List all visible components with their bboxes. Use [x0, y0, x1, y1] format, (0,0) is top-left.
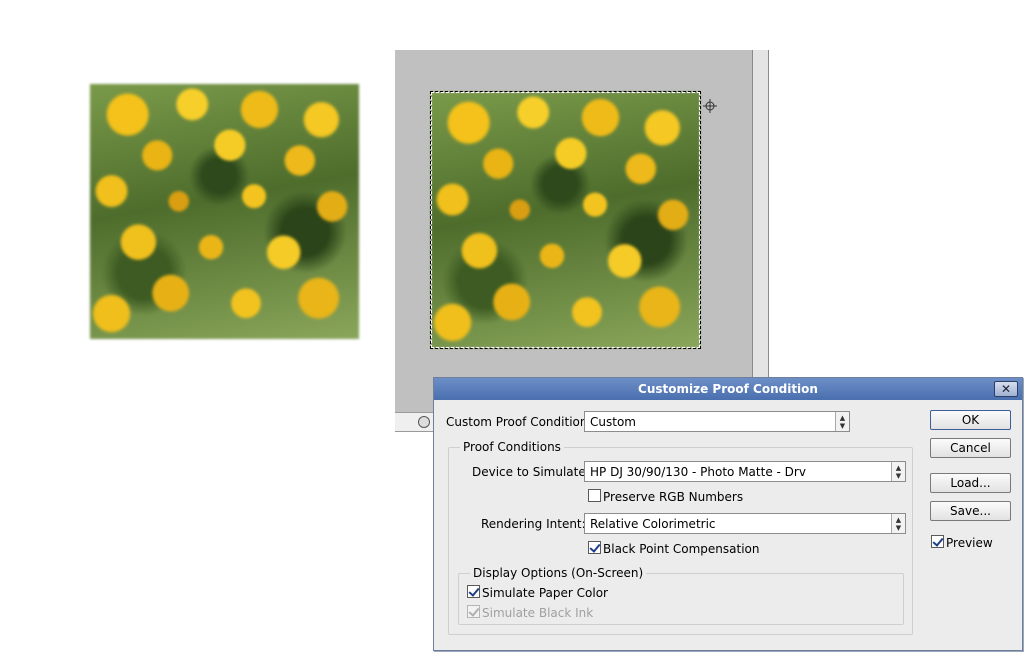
- rendering-intent-select[interactable]: Relative Colorimetric ▲ ▼: [584, 513, 906, 534]
- save-button[interactable]: Save...: [930, 501, 1011, 521]
- load-button[interactable]: Load...: [930, 473, 1011, 493]
- simulate-paper-color-checkbox[interactable]: [467, 585, 480, 598]
- updown-arrow-icon: ▲ ▼: [891, 462, 905, 481]
- close-button[interactable]: ✕: [994, 381, 1018, 397]
- custom-proof-condition-label: Custom Proof Condition:: [446, 415, 592, 429]
- proof-conditions-title: Proof Conditions: [460, 440, 564, 454]
- custom-proof-condition-select[interactable]: Custom ▲ ▼: [584, 411, 850, 432]
- preserve-rgb-label: Preserve RGB Numbers: [603, 490, 744, 504]
- device-to-simulate-select[interactable]: HP DJ 30/90/130 - Photo Matte - Drv ▲ ▼: [584, 461, 906, 482]
- simulate-black-ink-checkbox: [467, 605, 480, 618]
- original-photo: [90, 84, 359, 339]
- cancel-button[interactable]: Cancel: [930, 438, 1011, 458]
- proofed-photo: [431, 92, 700, 348]
- rendering-intent-value: Relative Colorimetric: [590, 517, 716, 531]
- display-options-title: Display Options (On-Screen): [470, 566, 647, 580]
- status-icon[interactable]: [418, 416, 430, 428]
- customize-proof-condition-dialog: Customize Proof Condition ✕ Custom Proof…: [433, 377, 1023, 651]
- preview-label: Preview: [946, 536, 993, 550]
- preserve-rgb-checkbox[interactable]: [588, 489, 601, 502]
- dialog-title: Customize Proof Condition: [434, 378, 1022, 400]
- preview-checkbox[interactable]: [931, 535, 944, 548]
- updown-arrow-icon: ▲ ▼: [835, 412, 849, 431]
- black-point-compensation-checkbox[interactable]: [588, 541, 601, 554]
- rendering-intent-label: Rendering Intent:: [481, 517, 586, 531]
- vertical-scrollbar[interactable]: [752, 50, 769, 412]
- crosshair-icon: [703, 99, 717, 113]
- ok-button[interactable]: OK: [930, 410, 1011, 430]
- device-to-simulate-value: HP DJ 30/90/130 - Photo Matte - Drv: [590, 465, 806, 479]
- black-point-compensation-label: Black Point Compensation: [603, 542, 760, 556]
- updown-arrow-icon: ▲ ▼: [891, 514, 905, 533]
- simulate-paper-color-label: Simulate Paper Color: [482, 586, 608, 600]
- device-to-simulate-label: Device to Simulate:: [472, 465, 590, 479]
- simulate-black-ink-label: Simulate Black Ink: [482, 606, 594, 620]
- custom-proof-condition-value: Custom: [590, 415, 636, 429]
